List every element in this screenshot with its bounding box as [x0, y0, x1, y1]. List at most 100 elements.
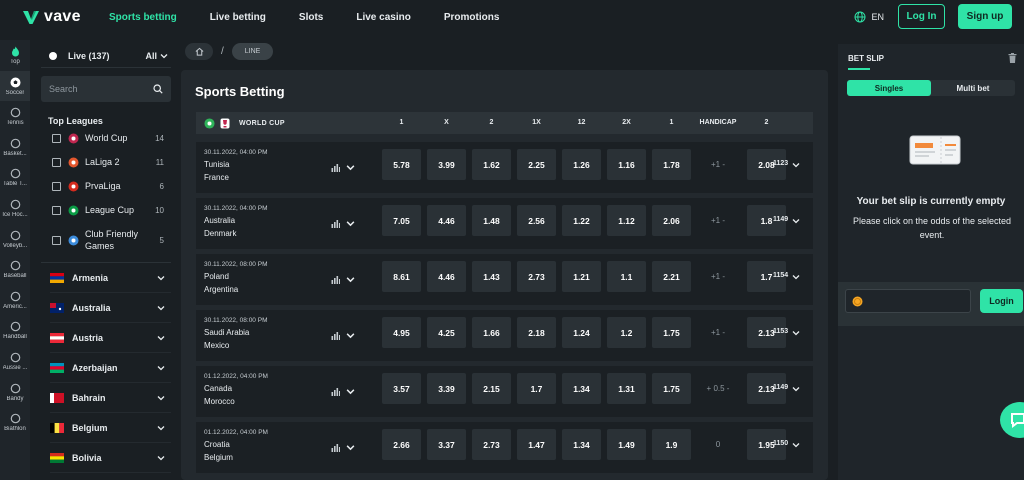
statistics-icon[interactable] — [331, 443, 340, 452]
breadcrumb-home[interactable] — [185, 43, 213, 60]
sport-item-9[interactable]: Handball — [0, 315, 30, 346]
chevron-down-icon[interactable] — [157, 454, 165, 462]
chevron-down-icon[interactable] — [792, 273, 800, 281]
chevron-down-icon[interactable] — [346, 443, 355, 452]
odd-button[interactable]: 8.61 — [382, 261, 421, 292]
odd-button[interactable]: 2.66 — [382, 429, 421, 460]
sport-item-1[interactable]: Soccer — [0, 70, 30, 102]
league-item[interactable]: Club Friendly Games 5 — [52, 222, 171, 258]
odd-button[interactable]: 2.56 — [517, 205, 556, 236]
chevron-down-icon[interactable] — [346, 331, 355, 340]
odd-button[interactable]: 4.46 — [427, 261, 466, 292]
odd-button[interactable]: 1.21 — [562, 261, 601, 292]
odd-button[interactable]: 1.48 — [472, 205, 511, 236]
more-markets-count[interactable]: 1150 — [773, 440, 788, 447]
live-filter-bar[interactable]: Live (137) All — [41, 44, 171, 68]
odd-button[interactable]: 1.47 — [517, 429, 556, 460]
odd-button[interactable]: 3.99 — [427, 149, 466, 180]
sport-item-0[interactable]: Top — [0, 40, 30, 71]
signup-button[interactable]: Sign up — [958, 4, 1012, 29]
odd-button[interactable]: 1.12 — [607, 205, 646, 236]
odd-button[interactable]: 4.25 — [427, 317, 466, 348]
odd-button[interactable]: 1.34 — [562, 373, 601, 404]
statistics-icon[interactable] — [331, 275, 340, 284]
breadcrumb-line[interactable]: LINE — [231, 43, 274, 60]
chevron-down-icon[interactable] — [157, 394, 165, 402]
statistics-icon[interactable] — [331, 331, 340, 340]
country-item[interactable]: Bolivia — [50, 443, 171, 473]
chevron-down-icon[interactable] — [157, 304, 165, 312]
odd-button[interactable]: 2.21 — [652, 261, 691, 292]
sport-item-10[interactable]: Aussie ... — [0, 346, 30, 377]
nav-link-2[interactable]: Slots — [299, 12, 323, 23]
nav-link-4[interactable]: Promotions — [444, 12, 500, 23]
statistics-icon[interactable] — [331, 219, 340, 228]
odd-button[interactable]: 1.62 — [472, 149, 511, 180]
league-checkbox[interactable] — [52, 181, 61, 191]
odd-button[interactable]: 1.49 — [607, 429, 646, 460]
sport-item-11[interactable]: Bandy — [0, 377, 30, 408]
odd-button[interactable]: 3.57 — [382, 373, 421, 404]
sport-item-3[interactable]: Basket... — [0, 132, 30, 163]
logo[interactable]: vave — [22, 8, 90, 26]
more-markets-count[interactable]: 1154 — [773, 272, 788, 279]
all-filter-label[interactable]: All — [145, 51, 157, 61]
odd-button[interactable]: 4.46 — [427, 205, 466, 236]
chevron-down-icon[interactable] — [157, 424, 165, 432]
sport-item-2[interactable]: Tennis — [0, 101, 30, 132]
odd-button[interactable]: 1.75 — [652, 317, 691, 348]
country-item[interactable]: Armenia — [50, 263, 171, 293]
chevron-down-icon[interactable] — [346, 275, 355, 284]
odd-button[interactable]: 1.43 — [472, 261, 511, 292]
country-item[interactable]: Belgium — [50, 413, 171, 443]
trash-icon[interactable] — [1008, 53, 1017, 63]
odd-button[interactable]: 1.24 — [562, 317, 601, 348]
more-markets-count[interactable]: 1149 — [773, 216, 788, 223]
sport-item-4[interactable]: Table T... — [0, 162, 30, 193]
odd-button[interactable]: 1.2 — [607, 317, 646, 348]
odd-button[interactable]: 1.22 — [562, 205, 601, 236]
chevron-down-icon[interactable] — [346, 163, 355, 172]
chevron-down-icon[interactable] — [157, 364, 165, 372]
sport-item-8[interactable]: Americ... — [0, 285, 30, 316]
league-checkbox[interactable] — [52, 235, 61, 245]
chevron-down-icon[interactable] — [346, 387, 355, 396]
league-checkbox[interactable] — [52, 205, 61, 215]
odd-button[interactable]: 1.9 — [652, 429, 691, 460]
nav-link-0[interactable]: Sports betting — [109, 12, 177, 23]
odd-button[interactable]: 7.05 — [382, 205, 421, 236]
statistics-icon[interactable] — [331, 163, 340, 172]
odd-button[interactable]: 2.18 — [517, 317, 556, 348]
nav-link-1[interactable]: Live betting — [210, 12, 266, 23]
league-item[interactable]: World Cup 14 — [52, 126, 171, 150]
odd-button[interactable]: 2.15 — [472, 373, 511, 404]
bet-slip-tab-1[interactable]: Multi bet — [931, 80, 1015, 96]
chevron-down-icon[interactable] — [792, 385, 800, 393]
language-selector[interactable]: EN — [871, 12, 884, 22]
odd-button[interactable]: 1.26 — [562, 149, 601, 180]
league-item[interactable]: PrvaLiga 6 — [52, 174, 171, 198]
sport-item-5[interactable]: Ice Hoc... — [0, 193, 30, 224]
chevron-down-icon[interactable] — [792, 329, 800, 337]
sport-item-6[interactable]: Volleyb... — [0, 224, 30, 255]
league-item[interactable]: LaLiga 2 11 — [52, 150, 171, 174]
odd-button[interactable]: 1.34 — [562, 429, 601, 460]
country-item[interactable]: Australia — [50, 293, 171, 323]
chevron-down-icon[interactable] — [157, 334, 165, 342]
search-icon[interactable] — [153, 84, 163, 94]
more-markets-count[interactable]: 1153 — [773, 328, 788, 335]
odd-button[interactable]: 1.1 — [607, 261, 646, 292]
odd-button[interactable]: 4.95 — [382, 317, 421, 348]
chevron-down-icon[interactable] — [346, 219, 355, 228]
chevron-down-icon[interactable] — [792, 161, 800, 169]
chevron-down-icon[interactable] — [160, 52, 168, 60]
globe-icon[interactable] — [854, 11, 866, 23]
sport-item-12[interactable]: Biathlon — [0, 407, 30, 438]
odd-button[interactable]: 3.37 — [427, 429, 466, 460]
login-button[interactable]: Log In — [898, 4, 945, 29]
odd-button[interactable]: 1.16 — [607, 149, 646, 180]
odd-button[interactable]: 2.73 — [517, 261, 556, 292]
chevron-down-icon[interactable] — [792, 441, 800, 449]
sport-item-7[interactable]: Baseball — [0, 254, 30, 285]
odd-button[interactable]: 3.39 — [427, 373, 466, 404]
